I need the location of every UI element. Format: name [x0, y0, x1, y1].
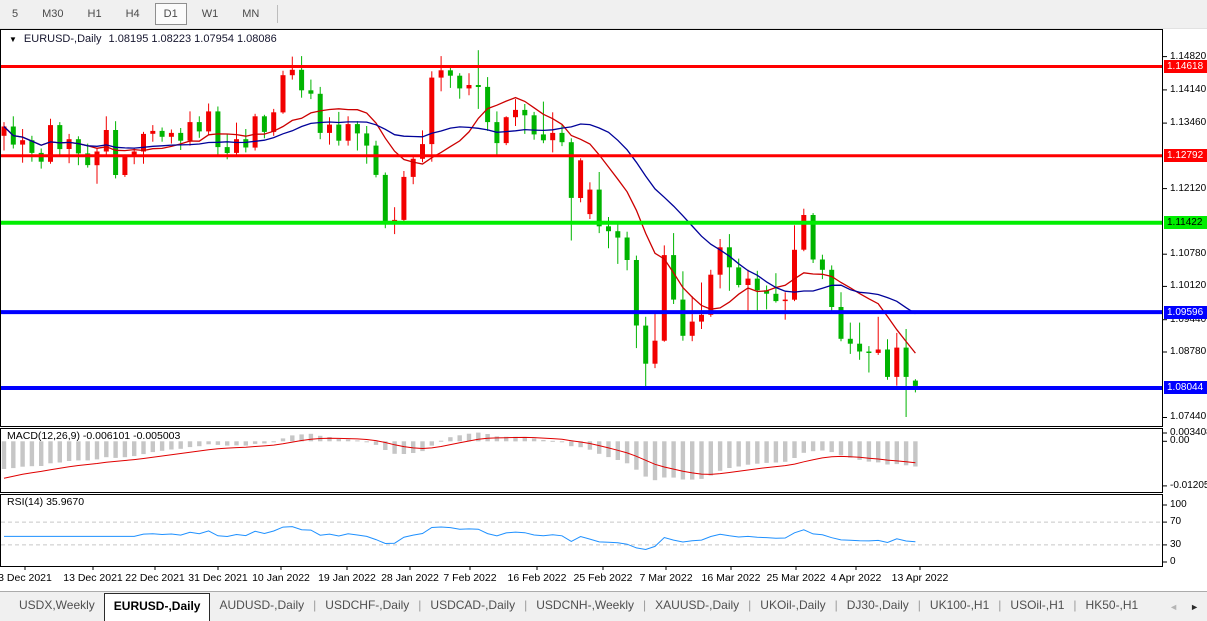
- tab-usdx-weekly[interactable]: USDX,Weekly: [10, 592, 104, 621]
- date-label: 16 Feb 2022: [508, 572, 567, 584]
- price-tick-label: 1.10120: [1170, 280, 1206, 292]
- hline-price-tag: 1.12792: [1164, 149, 1207, 162]
- tab-ukoil-daily[interactable]: UKOil-,Daily: [751, 592, 834, 621]
- date-label: 13 Dec 2021: [63, 572, 123, 584]
- macd-axis-label: -0.012058: [1170, 480, 1207, 492]
- hline-price-tag: 1.14618: [1164, 60, 1207, 73]
- date-label: 16 Mar 2022: [702, 572, 761, 584]
- trading-terminal-window: 5 M30 H1 H4 D1 W1MN ▼ EURUSD-,Daily 1.08195 1…: [0, 0, 1207, 621]
- price-tick-label: 1.13460: [1170, 117, 1206, 129]
- main-chart-window[interactable]: [0, 29, 1163, 427]
- chart-symbol-title: EURUSD-,Daily: [24, 33, 102, 45]
- tab-scroll-left-icon[interactable]: ◄: [1169, 602, 1178, 612]
- date-label: 31 Dec 2021: [188, 572, 248, 584]
- date-label: 7 Feb 2022: [443, 572, 496, 584]
- tab-uk100-h1[interactable]: UK100-,H1: [921, 592, 998, 621]
- price-tick-label: 1.07440: [1170, 411, 1206, 423]
- toolbar-separator: [277, 5, 278, 23]
- macd-axis-label: 0.00: [1170, 435, 1189, 447]
- date-label: 4 Apr 2022: [831, 572, 882, 584]
- macd-label: MACD(12,26,9) -0.006101 -0.005003: [7, 430, 180, 442]
- rsi-axis-label: 100: [1170, 499, 1187, 511]
- date-label: 22 Dec 2021: [125, 572, 185, 584]
- date-label: 28 Jan 2022: [381, 572, 439, 584]
- timeframe-button-mn[interactable]: MN: [233, 3, 268, 25]
- date-label: 10 Jan 2022: [252, 572, 310, 584]
- rsi-axis-label: 0: [1170, 556, 1176, 568]
- date-label: 7 Mar 2022: [639, 572, 692, 584]
- hline-price-tag: 1.08044: [1164, 381, 1207, 394]
- price-tick-label: 1.10780: [1170, 248, 1206, 260]
- hline-price-tag: 1.09596: [1164, 306, 1207, 319]
- rsi-label: RSI(14) 35.9670: [7, 496, 84, 508]
- price-tick-label: 1.14140: [1170, 84, 1206, 96]
- hline-price-tag: 1.11422: [1164, 216, 1207, 229]
- timeframe-button-5[interactable]: 5: [3, 3, 27, 25]
- timeframe-toolbar: 5 M30 H1 H4 D1 W1MN: [0, 0, 1207, 29]
- symbol-tab-bar: USDX,WeeklyEURUSD-,DailyAUDUSD-,Daily|US…: [0, 591, 1207, 621]
- tab-dj30-daily[interactable]: DJ30-,Daily: [838, 592, 918, 621]
- tab-hk50-h1[interactable]: HK50-,H1: [1077, 592, 1148, 621]
- date-label: 19 Jan 2022: [318, 572, 376, 584]
- symbol-tabs: USDX,WeeklyEURUSD-,DailyAUDUSD-,Daily|US…: [10, 592, 1147, 621]
- timeframe-button-h4[interactable]: H4: [117, 3, 149, 25]
- rsi-axis-label: 70: [1170, 516, 1181, 528]
- tab-scroll-right-icon[interactable]: ►: [1190, 602, 1199, 612]
- tab-scroll-arrows: ◄ ►: [1165, 592, 1207, 621]
- price-tick-label: 1.12120: [1170, 183, 1206, 195]
- timeframe-button-w1[interactable]: W1: [193, 3, 228, 25]
- tab-usoil-h1[interactable]: USOil-,H1: [1001, 592, 1073, 621]
- tab-usdcad-daily[interactable]: USDCAD-,Daily: [421, 592, 524, 621]
- date-label: 25 Feb 2022: [574, 572, 633, 584]
- date-label: 13 Apr 2022: [892, 572, 949, 584]
- tab-xauusd-daily[interactable]: XAUUSD-,Daily: [646, 592, 748, 621]
- tab-usdchf-daily[interactable]: USDCHF-,Daily: [316, 592, 418, 621]
- rsi-axis-label: 30: [1170, 539, 1181, 551]
- rsi-indicator-window[interactable]: [0, 494, 1163, 567]
- timeframe-button-d1[interactable]: D1: [155, 3, 187, 25]
- timeframe-button-m30[interactable]: M30: [33, 3, 72, 25]
- tab-usdcnh-weekly[interactable]: USDCNH-,Weekly: [527, 592, 643, 621]
- chart-ohlc-values: 1.08195 1.08223 1.07954 1.08086: [109, 33, 277, 45]
- tab-audusd-daily[interactable]: AUDUSD-,Daily: [210, 592, 313, 621]
- date-label: 25 Mar 2022: [767, 572, 826, 584]
- chart-title-bar: ▼ EURUSD-,Daily 1.08195 1.08223 1.07954 …: [9, 33, 277, 45]
- tab-eurusd-daily[interactable]: EURUSD-,Daily: [104, 593, 211, 621]
- date-label: 3 Dec 2021: [0, 572, 52, 584]
- timeframe-button-h1[interactable]: H1: [79, 3, 111, 25]
- price-tick-label: 1.08780: [1170, 346, 1206, 358]
- chart-collapse-icon[interactable]: ▼: [9, 35, 17, 44]
